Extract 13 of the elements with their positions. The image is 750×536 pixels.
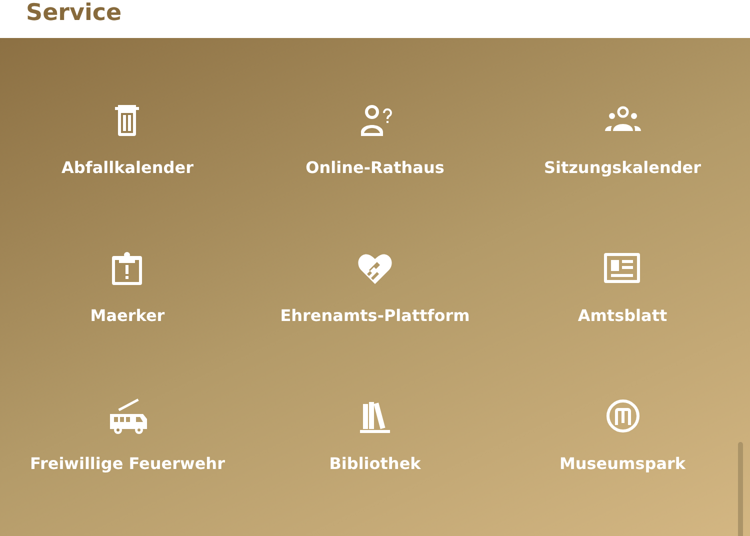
service-link[interactable]: Ehrenamts-Plattform [280, 250, 470, 326]
fire-truck-icon [108, 398, 148, 434]
section-title: Service [26, 0, 122, 28]
service-link[interactable]: Museumspark [559, 398, 686, 474]
service-link[interactable]: Freiwillige Feuerwehr [30, 398, 225, 474]
service-link[interactable]: Sitzungskalender [544, 102, 702, 178]
service-link[interactable]: Amtsblatt [578, 250, 668, 326]
service-link[interactable]: Online-Rathaus [306, 102, 444, 178]
service-link[interactable]: Bibliothek [329, 398, 421, 474]
scrollbar[interactable] [738, 442, 743, 536]
service-link[interactable]: Maerker [90, 250, 165, 326]
newspaper-icon [602, 250, 642, 286]
service-link[interactable]: Abfallkalender [62, 102, 194, 178]
